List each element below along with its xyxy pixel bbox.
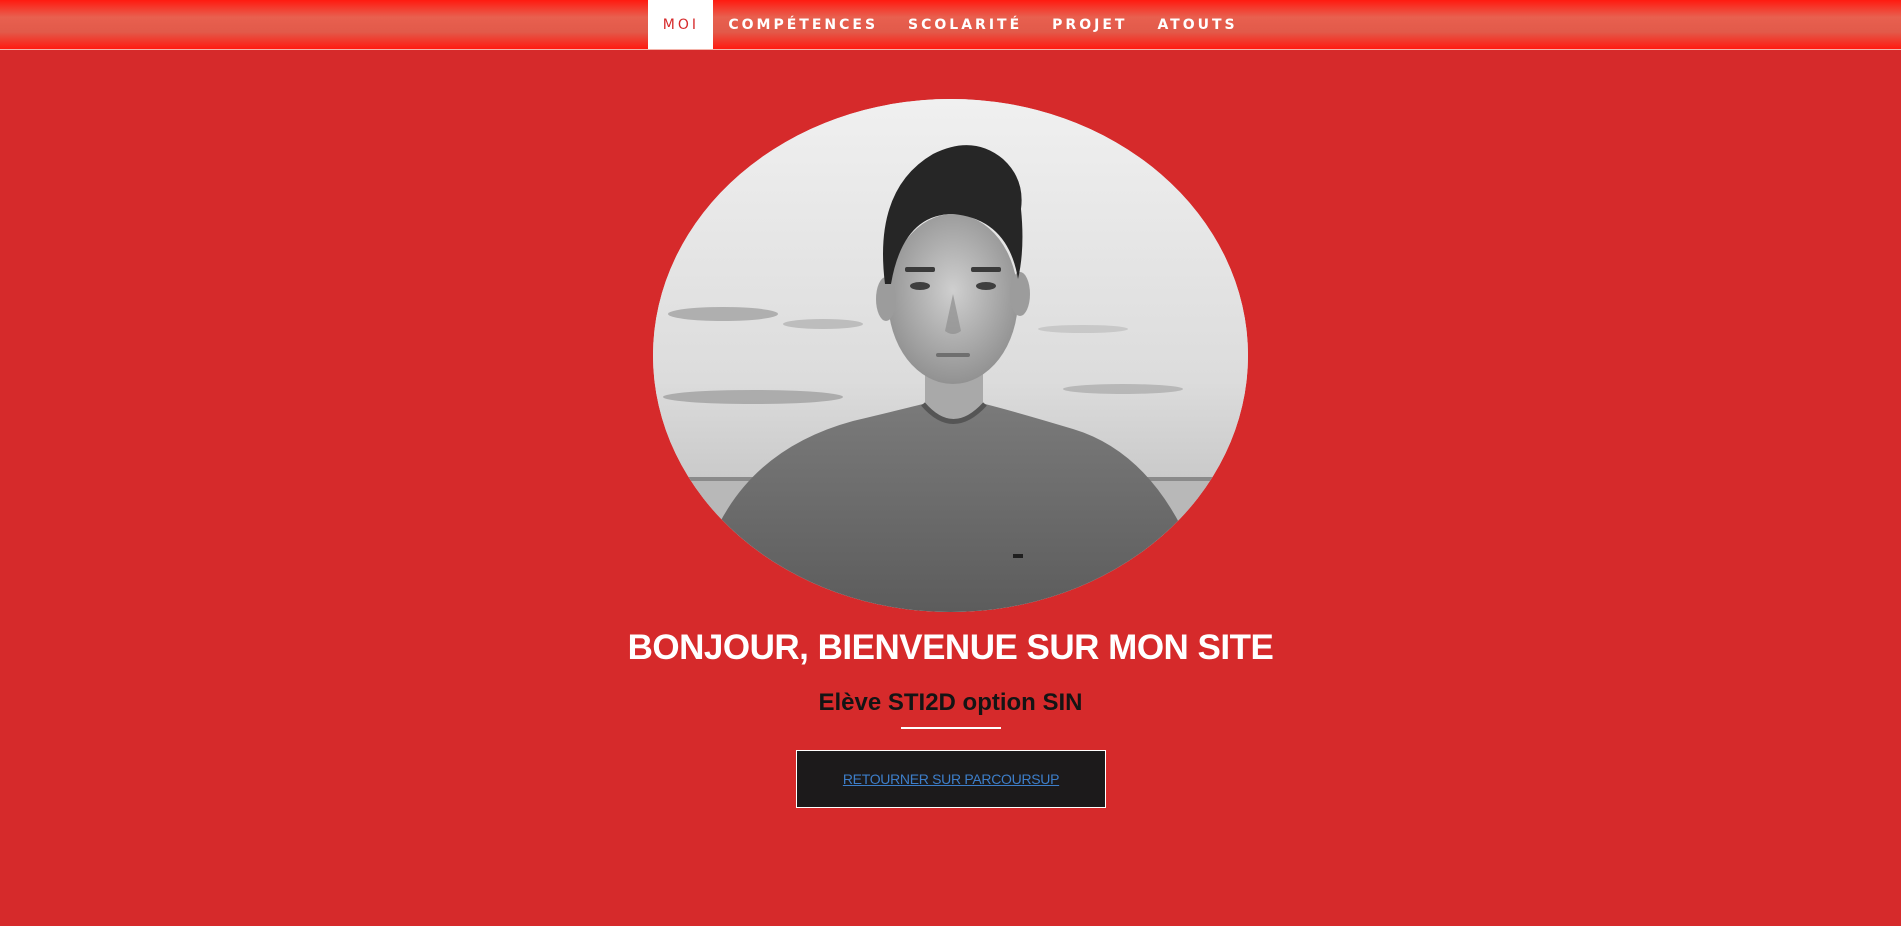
nav-item-scolarite[interactable]: SCOLARITÉ: [893, 0, 1037, 49]
cta-box: RETOURNER SUR PARCOURSUP: [796, 750, 1106, 808]
nav-item-projet[interactable]: PROJET: [1037, 0, 1142, 49]
nav-item-moi[interactable]: MOI: [648, 0, 714, 49]
profile-portrait: [653, 99, 1248, 612]
hero-title: BONJOUR, BIENVENUE SUR MON SITE: [627, 628, 1274, 667]
portrait-photo-icon: [653, 99, 1248, 612]
top-navbar: MOI COMPÉTENCES SCOLARITÉ PROJET ATOUTS: [0, 0, 1901, 50]
nav-item-competences[interactable]: COMPÉTENCES: [713, 0, 893, 49]
hero-subtitle: Elève STI2D option SIN: [818, 689, 1083, 716]
parcoursup-link[interactable]: RETOURNER SUR PARCOURSUP: [843, 771, 1060, 787]
nav-item-atouts[interactable]: ATOUTS: [1142, 0, 1252, 49]
title-divider: [901, 727, 1001, 729]
